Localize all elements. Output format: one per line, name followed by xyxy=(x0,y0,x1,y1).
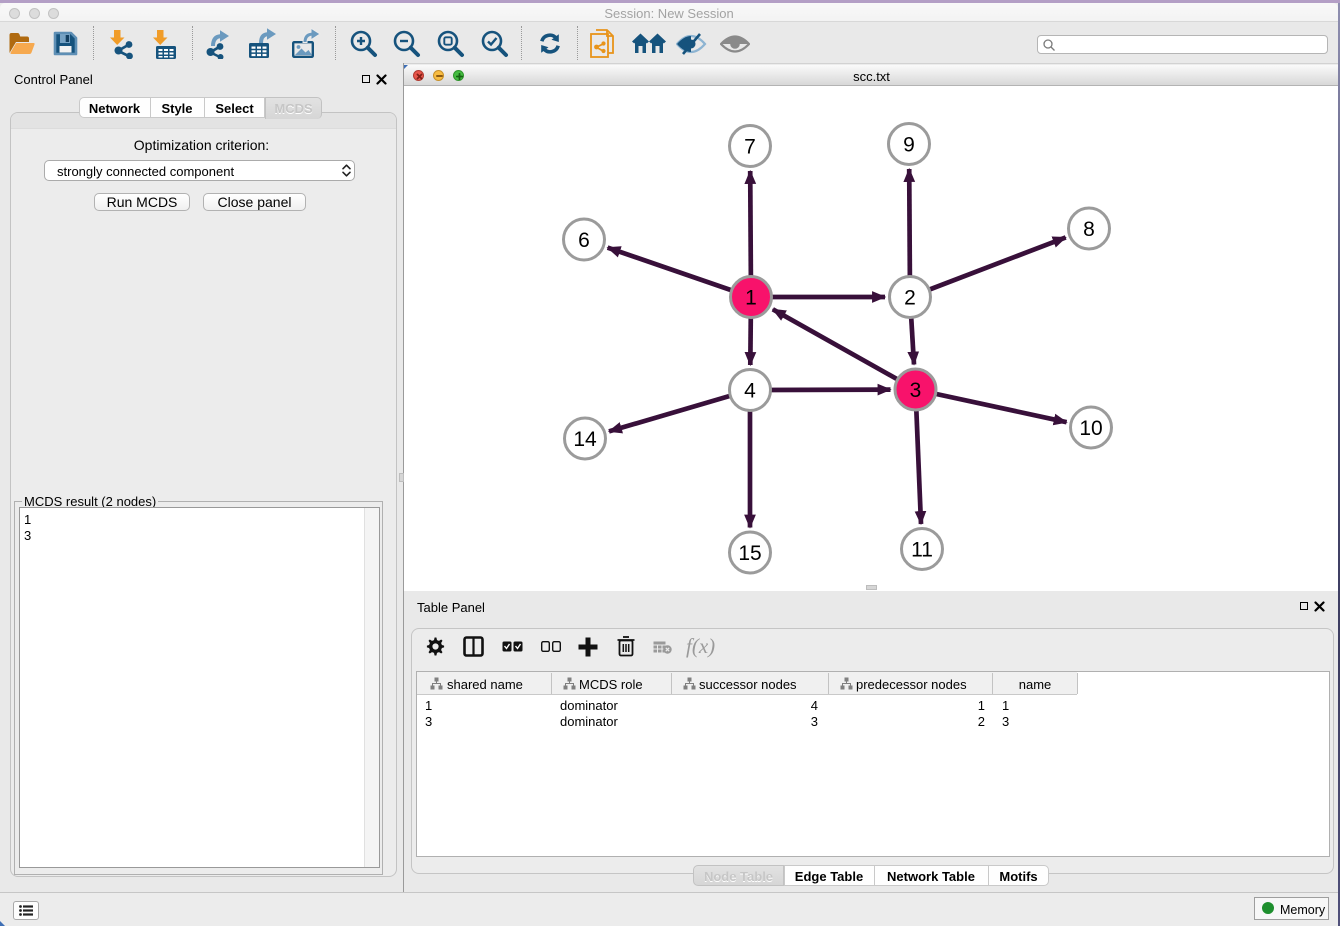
svg-text:2: 2 xyxy=(904,287,916,310)
svg-text:15: 15 xyxy=(738,542,761,565)
svg-text:6: 6 xyxy=(578,229,590,252)
svg-text:1: 1 xyxy=(745,287,757,310)
svg-text:10: 10 xyxy=(1079,417,1102,440)
svg-text:8: 8 xyxy=(1083,218,1095,241)
svg-text:4: 4 xyxy=(744,380,756,403)
svg-text:14: 14 xyxy=(573,428,597,451)
svg-text:3: 3 xyxy=(910,379,922,402)
svg-text:9: 9 xyxy=(903,134,915,157)
svg-text:7: 7 xyxy=(744,136,756,159)
svg-text:11: 11 xyxy=(911,539,933,562)
